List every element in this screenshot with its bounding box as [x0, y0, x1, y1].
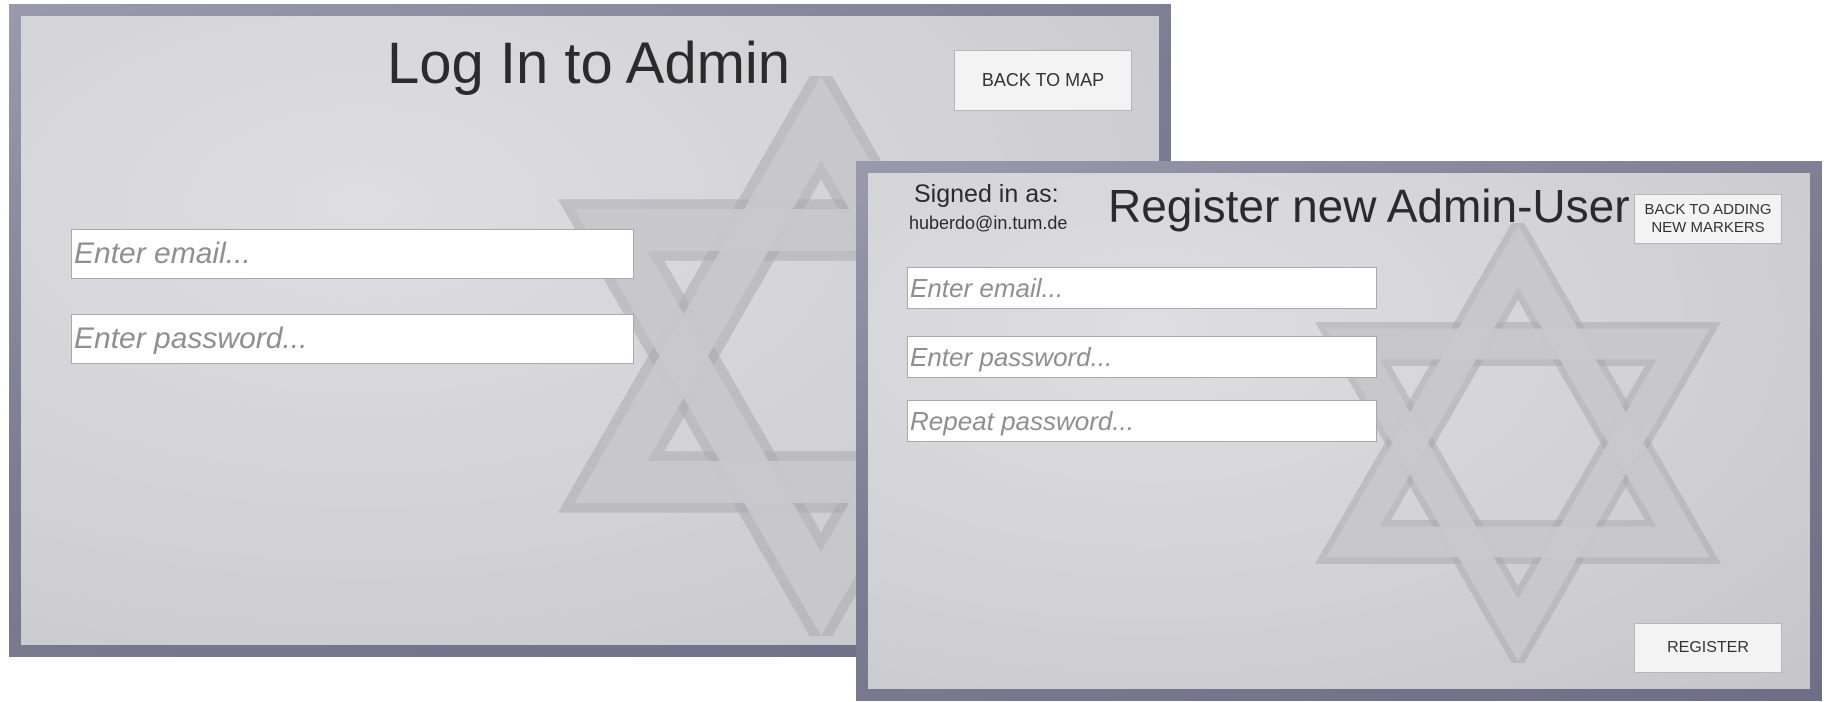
password-field[interactable] [71, 314, 634, 364]
email-field[interactable] [71, 229, 634, 279]
register-password-field[interactable] [907, 336, 1377, 378]
back-to-map-button[interactable]: BACK TO MAP [954, 50, 1132, 111]
repeat-password-field[interactable] [907, 400, 1377, 442]
register-email-field[interactable] [907, 267, 1377, 309]
login-title: Log In to Admin [387, 31, 791, 96]
signed-in-label: Signed in as: [914, 180, 1059, 208]
back-to-adding-markers-button[interactable]: BACK TO ADDING NEW MARKERS [1634, 194, 1782, 244]
signed-in-email: huberdo@in.tum.de [909, 213, 1068, 233]
register-title: Register new Admin-User [1108, 180, 1630, 232]
register-panel: Signed in as: huberdo@in.tum.de Register… [868, 173, 1810, 689]
register-button[interactable]: REGISTER [1634, 623, 1782, 673]
register-screen: Signed in as: huberdo@in.tum.de Register… [856, 161, 1822, 701]
